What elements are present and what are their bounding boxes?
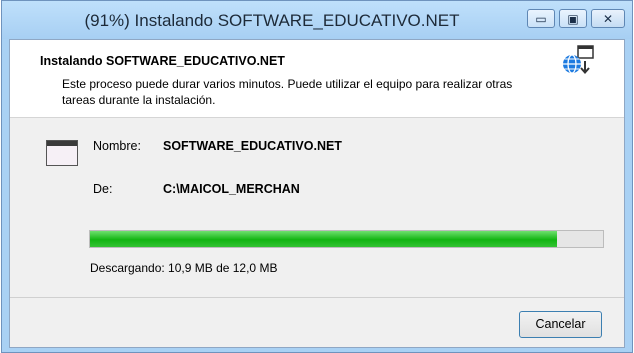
minimize-button[interactable]: ▭ — [527, 9, 555, 28]
maximize-button[interactable]: ▣ — [559, 9, 587, 28]
close-button[interactable]: ✕ — [591, 9, 625, 28]
progress-bar — [89, 230, 604, 248]
cancel-button[interactable]: Cancelar — [519, 311, 602, 338]
minimize-icon: ▭ — [535, 11, 547, 26]
header-title: Instalando SOFTWARE_EDUCATIVO.NET — [40, 54, 285, 68]
close-icon: ✕ — [602, 11, 614, 26]
header-description: Este proceso puede durar varios minutos.… — [62, 77, 513, 107]
title-bar[interactable]: (91%) Instalando SOFTWARE_EDUCATIVO.NET … — [2, 1, 632, 39]
name-value: SOFTWARE_EDUCATIVO.NET — [163, 139, 342, 153]
progress-fill — [90, 231, 557, 247]
from-value: C:\MAICOL_MERCHAN — [163, 182, 300, 196]
dialog-header: Instalando SOFTWARE_EDUCATIVO.NET Este p… — [10, 40, 624, 118]
application-window-icon — [46, 140, 78, 166]
globe-download-icon — [563, 45, 594, 75]
maximize-icon: ▣ — [567, 11, 579, 26]
from-label: De: — [93, 182, 113, 196]
installer-window: (91%) Instalando SOFTWARE_EDUCATIVO.NET … — [1, 0, 633, 353]
progress-status: Descargando: 10,9 MB de 12,0 MB — [90, 261, 278, 275]
dialog-body: Instalando SOFTWARE_EDUCATIVO.NET Este p… — [9, 39, 625, 348]
caption-buttons: ▭ ▣ ✕ — [527, 9, 625, 28]
name-label: Nombre: — [93, 139, 141, 153]
